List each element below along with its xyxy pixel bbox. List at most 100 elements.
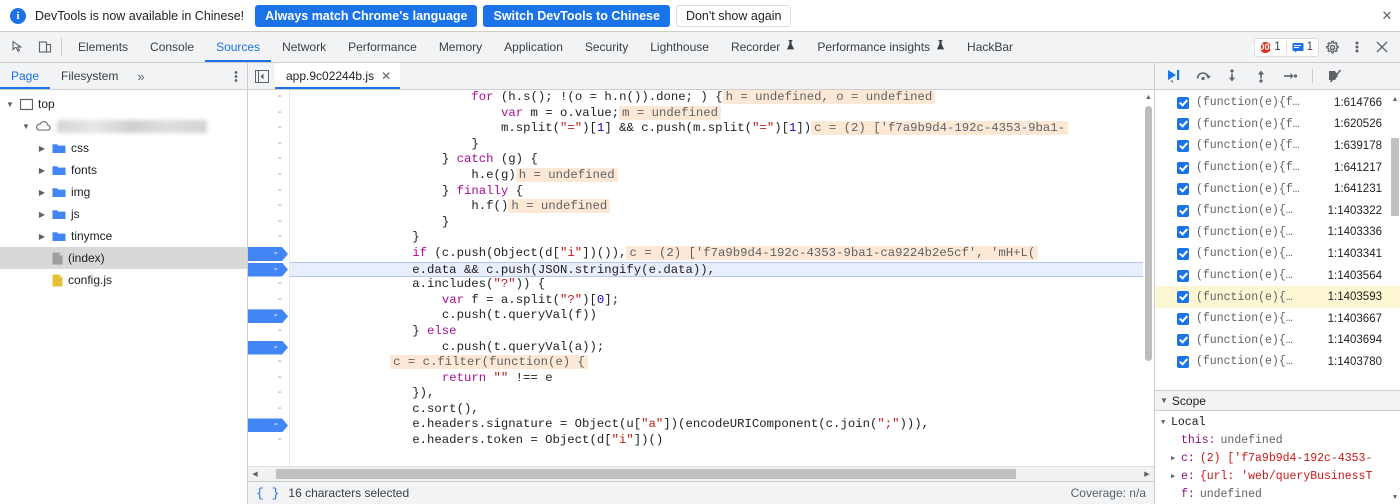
tab-console[interactable]: Console [139, 32, 205, 62]
code-line[interactable]: h.e(g) h = undefined [290, 167, 1154, 184]
step-over-next-function-call-icon[interactable] [1194, 67, 1212, 85]
error-count-badge[interactable]: \u00d7 1 [1251, 41, 1285, 53]
scope-section-local[interactable]: ▼ Local [1155, 414, 1400, 432]
gutter-line[interactable]: - [248, 168, 289, 184]
tab-memory[interactable]: Memory [428, 32, 493, 62]
breakpoint-row[interactable]: (function(e){f… 1:639178 [1155, 135, 1400, 157]
gutter-line[interactable]: - [248, 324, 289, 340]
breakpoint-row[interactable]: (function(e){… 1:1403667 [1155, 308, 1400, 330]
breakpoint-checkbox[interactable] [1177, 226, 1189, 239]
gutter-line[interactable]: - [248, 277, 289, 293]
tab-network[interactable]: Network [271, 32, 337, 62]
breakpoint-checkbox[interactable] [1177, 247, 1189, 260]
scope-variable-row[interactable]: f: undefined [1155, 486, 1400, 504]
gutter-breakpoint-marker[interactable]: - [248, 417, 289, 433]
breakpoint-checkbox[interactable] [1177, 96, 1189, 109]
code-line[interactable]: h.f() h = undefined [290, 199, 1154, 215]
gutter-breakpoint-marker[interactable]: - [248, 308, 289, 324]
scroll-right-icon[interactable]: ▶ [1140, 470, 1154, 478]
tree-item-config-js[interactable]: config.js [0, 269, 247, 291]
scroll-left-icon[interactable]: ◀ [248, 470, 262, 478]
bp-scroll-up-icon[interactable]: ▲ [1391, 96, 1399, 103]
code-line[interactable]: return "" !== e [290, 371, 1154, 387]
editor-horizontal-scrollbar[interactable]: ◀ ▶ [248, 466, 1154, 481]
code-line[interactable]: } finally { [290, 184, 1154, 200]
breakpoint-checkbox[interactable] [1177, 118, 1189, 131]
tree-item-js[interactable]: ▶ js [0, 203, 247, 225]
breakpoint-checkbox[interactable] [1177, 334, 1189, 347]
breakpoint-marker[interactable]: - [248, 340, 288, 355]
code-line[interactable]: } else [290, 324, 1154, 340]
step-icon[interactable] [1281, 67, 1299, 85]
code-line[interactable]: if (c.push(Object(d["i"])()), c = (2) ['f… [290, 245, 1154, 262]
tree-twisty-closed-icon[interactable]: ▶ [36, 210, 48, 219]
editor-gutter[interactable]: ----------------------- [248, 90, 290, 466]
code-line[interactable]: c.push(t.queryVal(f)) [290, 308, 1154, 324]
code-line[interactable]: var m = o.value; m = undefined [290, 105, 1154, 122]
code-line[interactable]: c.sort(), [290, 402, 1154, 418]
breakpoint-row[interactable]: (function(e){… 1:1403336 [1155, 222, 1400, 244]
code-line[interactable]: e.headers.signature = Object(u["a"])(enc… [290, 417, 1154, 433]
code-line[interactable]: }), [290, 386, 1154, 402]
scroll-up-icon[interactable]: ▲ [1143, 92, 1154, 103]
tab-sources[interactable]: Sources [205, 32, 272, 62]
breakpoint-checkbox[interactable] [1177, 161, 1189, 174]
gutter-line[interactable]: - [248, 199, 289, 215]
tree-item-index[interactable]: (index) [0, 247, 247, 269]
gutter-line[interactable]: - [248, 402, 289, 418]
breakpoint-row[interactable]: (function(e){… 1:1403780 [1155, 351, 1400, 373]
tree-item-img[interactable]: ▶ img [0, 181, 247, 203]
device-toolbar-icon[interactable] [31, 32, 58, 62]
scope-variable-row[interactable]: ▶ e: {url: 'web/queryBusinessT [1155, 468, 1400, 486]
breakpoint-marker[interactable]: - [248, 418, 288, 433]
code-line[interactable]: e.headers.token = Object(d["i"])() [290, 433, 1154, 449]
step-out-of-current-function-icon[interactable] [1252, 67, 1270, 85]
code-line[interactable]: } [290, 230, 1154, 246]
code-line[interactable]: var f = a.split("?")[0]; [290, 293, 1154, 309]
editor-tab-close-icon[interactable]: ✕ [381, 69, 391, 83]
navigator-tab-page[interactable]: Page [0, 63, 51, 89]
breakpoint-row[interactable]: (function(e){f… 1:641217 [1155, 157, 1400, 179]
tree-item-domain[interactable]: ▼ [0, 115, 247, 137]
navigator-tab-filesystem[interactable]: Filesystem [50, 63, 129, 89]
scope-variable-row[interactable]: this: undefined [1155, 432, 1400, 450]
code-line[interactable]: m.split("=")[1] && c.push(m.split("=")[1… [290, 121, 1154, 137]
navigator-overflow-icon[interactable]: » [129, 63, 152, 89]
tree-twisty-closed-icon[interactable]: ▶ [36, 188, 48, 197]
scope-tree[interactable]: ▼ ▼ Local this: undefined ▶ c: (2) ['f7a9b9d4-… [1155, 411, 1400, 504]
gutter-line[interactable]: - [248, 137, 289, 153]
breakpoint-marker[interactable]: - [248, 262, 288, 277]
code-editor[interactable]: ----------------------- for (h.s(); !(o … [248, 90, 1154, 466]
breakpoint-row[interactable]: (function(e){f… 1:641231 [1155, 178, 1400, 200]
code-line[interactable]: } [290, 215, 1154, 231]
code-line-current-execution[interactable]: e.data && c.push(JSON.stringify(e.data))… [290, 261, 1154, 278]
switch-devtools-to-chinese-button[interactable]: Switch DevTools to Chinese [483, 4, 670, 27]
breakpoint-checkbox[interactable] [1177, 204, 1189, 217]
scope-section-header[interactable]: ▼ Scope [1155, 390, 1400, 411]
breakpoint-marker[interactable]: - [248, 246, 288, 261]
gutter-line[interactable]: - [248, 355, 289, 371]
breakpoint-row[interactable]: (function(e){f… 1:614766 [1155, 92, 1400, 114]
breakpoint-row[interactable]: (function(e){… 1:1403694 [1155, 330, 1400, 352]
breakpoint-row[interactable]: (function(e){… 1:1403593 [1155, 286, 1400, 308]
always-match-chrome-language-button[interactable]: Always match Chrome's language [255, 4, 478, 27]
horizontal-scroll-track[interactable] [262, 469, 1140, 479]
gutter-line[interactable]: - [248, 433, 289, 449]
code-line[interactable]: c.push(t.queryVal(a)); [290, 340, 1154, 356]
code-line[interactable]: } catch (g) { [290, 152, 1154, 168]
breakpoint-row[interactable]: (function(e){f… 1:620526 [1155, 114, 1400, 136]
tree-item-css[interactable]: ▶ css [0, 137, 247, 159]
scope-twisty-closed-icon[interactable]: ▶ [1171, 468, 1181, 486]
gutter-breakpoint-marker[interactable]: - [248, 262, 289, 278]
code-content[interactable]: for (h.s(); !(o = h.n()).done; ) {h = un… [290, 90, 1154, 466]
resume-script-execution-icon[interactable] [1165, 67, 1183, 85]
breakpoint-checkbox[interactable] [1177, 355, 1189, 368]
scope-variable-row[interactable]: ▶ c: (2) ['f7a9b9d4-192c-4353- [1155, 450, 1400, 468]
bp-scroll-thumb[interactable] [1391, 138, 1399, 216]
editor-horizontal-scroll-thumb[interactable] [276, 469, 1016, 479]
gutter-line[interactable]: - [248, 121, 289, 137]
gutter-line[interactable]: - [248, 230, 289, 246]
tree-item-top[interactable]: ▼ top [0, 93, 247, 115]
tree-twisty-closed-icon[interactable]: ▶ [36, 144, 48, 153]
navigator-more-options-icon[interactable] [225, 63, 247, 89]
